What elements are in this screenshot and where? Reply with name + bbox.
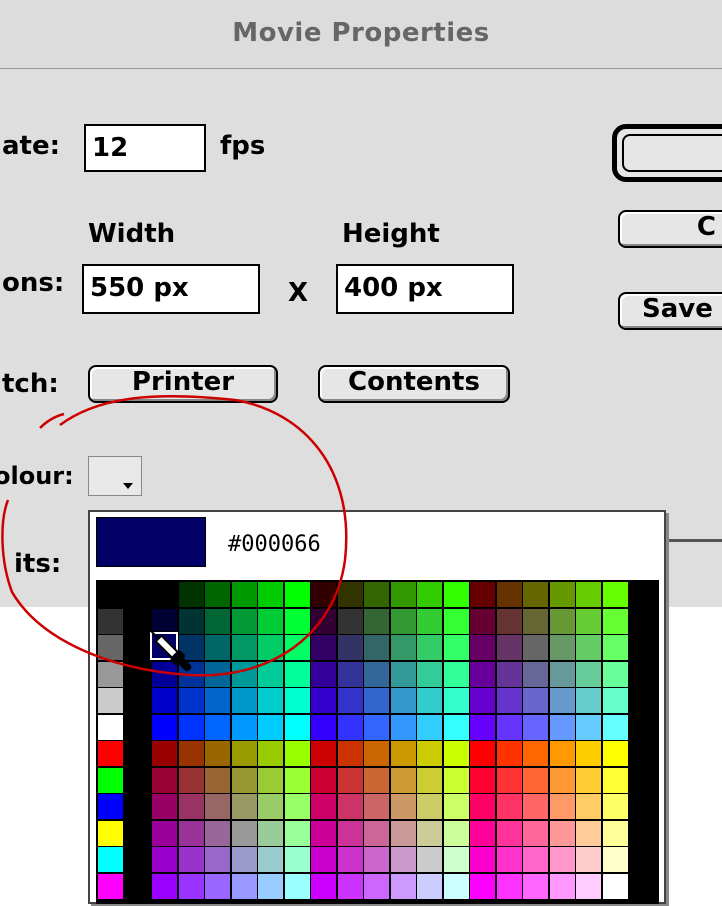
eyedropper-icon	[149, 629, 192, 672]
overlay-layer	[1, 394, 348, 677]
red-annotation-circle	[1, 394, 348, 677]
red-annotation-tail	[39, 412, 65, 429]
